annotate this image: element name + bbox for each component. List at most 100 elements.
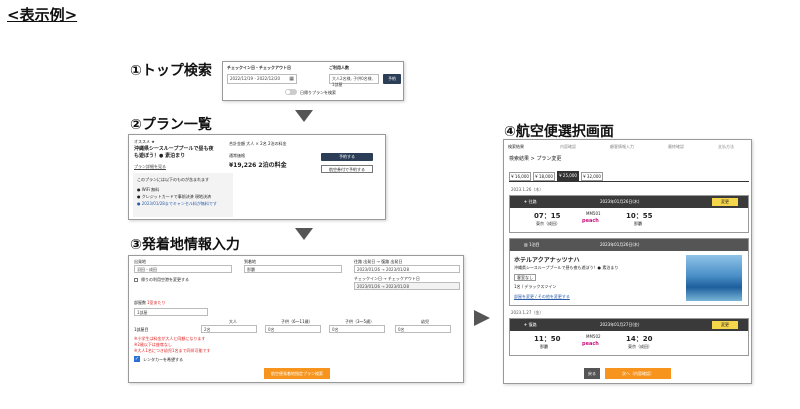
calendar-icon: ▦ — [289, 76, 294, 82]
date-label: 往路 出発日 → 復路 出発日 — [354, 259, 403, 264]
includes-item-2: ● クレジットカードで事前決済 現地決済 — [137, 194, 212, 199]
reserve-button[interactable]: 予約する — [321, 153, 373, 161]
outbound-arr-time: 10：55 — [626, 212, 653, 220]
step-4: 最終確認 — [668, 144, 684, 149]
return-header: ✈ 復路 2023年01月27日(金) 変更 — [510, 319, 748, 331]
infant-select[interactable]: 0名 — [395, 325, 451, 333]
checkin-value: 2023/01/26 → 2023/01/28 — [357, 284, 410, 289]
outbound-airline: peach — [582, 218, 599, 224]
return-dep-place: 那覇 — [540, 344, 548, 349]
includes-item-3: ● 2023/01/28までキャンセル料が無料です — [137, 201, 217, 206]
flight-panel-title: 検索結果 > プラン変更 — [509, 156, 562, 162]
rooms-select[interactable]: 1部屋 — [134, 308, 208, 316]
includes-title: このプランには以下のものが含まれます — [137, 177, 209, 182]
section-plan-list: ②プラン一覧 — [130, 117, 212, 133]
step-2: 内容確認 — [560, 144, 576, 149]
departure-value: 羽田・成田 — [137, 267, 157, 272]
rental-car-label: レンタカーを希望する — [143, 357, 183, 362]
child1-select[interactable]: 0名 — [265, 325, 321, 333]
outbound-dep-place: 東京（成田） — [536, 221, 560, 226]
arrow-down-2 — [295, 228, 313, 240]
day2-label: 2023.1.27（金） — [511, 310, 544, 315]
fare-tab-4[interactable]: ¥ 32,000 — [581, 172, 603, 181]
return-checkbox[interactable] — [134, 278, 138, 282]
fare-tab-1[interactable]: ¥ 16,000 — [509, 172, 531, 181]
rooms-note: 1室あたり — [147, 300, 166, 305]
date-range-value: 2022/12/19 - 2022/12/20 — [230, 76, 281, 81]
section-departure-info: ③発着地情報入力 — [130, 237, 240, 253]
back-button[interactable]: 戻る — [584, 368, 600, 379]
child2-label: 子供（3〜5歳） — [345, 319, 375, 324]
fare-tab-2[interactable]: ¥ 18,000 — [533, 172, 555, 181]
includes-item-1: ● WiFi 無料 — [137, 187, 160, 192]
return-tag: 復路 — [528, 322, 537, 327]
rental-car-checkbox[interactable]: ✓ — [134, 356, 140, 362]
guests-label: ご利用人数 — [329, 65, 349, 70]
hotel-link[interactable]: 部屋を変更 / その他を変更する — [514, 294, 570, 299]
hotel-tag: 1泊目 — [529, 242, 540, 247]
arrival-input[interactable]: 那覇 — [244, 265, 342, 273]
guests-select[interactable]: 大人2名様, 子供0名様, 1部屋 — [329, 74, 379, 87]
step-3: 顧客情報入力 — [610, 144, 634, 149]
plan-detail-link[interactable]: プラン詳細を見る — [134, 164, 166, 169]
return-arr-place: 東京（成田） — [628, 344, 652, 349]
price-value: ¥19,226 2泊の料金 — [229, 162, 287, 169]
arrow-right — [474, 310, 490, 326]
compare-button[interactable]: 航空券付で予約する — [321, 165, 373, 173]
child2-value: 0名 — [332, 327, 339, 332]
date-input[interactable]: 2023/01/26 → 2023/01/28 — [354, 265, 460, 273]
per-room-label: 1部屋目 — [134, 327, 149, 332]
top-search-button[interactable]: 予約 — [383, 74, 401, 84]
flight-panel: 検索結果 内容確認 顧客情報入力 最終確認 支払方法 検索結果 > プラン変更 … — [503, 139, 752, 384]
return-card: ✈ 復路 2023年01月27日(金) 変更 11：50 那覇 MM502 pe… — [509, 318, 749, 356]
arrival-label: 到着地 — [244, 259, 256, 264]
price-summary: 合計金額 大人 × 2名 2泊の料金 — [229, 141, 287, 146]
outbound-change-button[interactable]: 変更 — [712, 198, 738, 206]
checkin-input[interactable]: 2023/01/26 → 2023/01/28 — [354, 282, 460, 290]
next-button[interactable]: 次へ（内容確認） — [605, 368, 671, 379]
return-dep-time: 11：50 — [534, 335, 561, 343]
rooms-value: 1部屋 — [137, 310, 148, 315]
plan-list-panel: オススメ ★ 沖縄県シースループプールで昼も夜も遊ぼう！● 素泊まり プラン詳細… — [128, 134, 386, 220]
outbound-flight: MM501 — [586, 211, 601, 216]
departure-label: 出発地 — [134, 259, 146, 264]
date-range-input[interactable]: 2022/12/19 - 2022/12/20 ▦ — [227, 74, 297, 84]
note-1: ※小学生は料金が大人と同額になります — [134, 336, 206, 341]
arrow-down-1 — [295, 110, 313, 122]
child1-value: 0名 — [268, 327, 275, 332]
day-trip-toggle[interactable] — [285, 89, 297, 95]
checkin-label: チェックイン日・チェックアウト日 — [227, 65, 291, 70]
return-checkbox-label: 帰りの利用空港を変更する — [141, 277, 189, 282]
departure-search-button[interactable]: 航空便発着地指定プラン検索 — [264, 368, 330, 379]
adult-select[interactable]: 2名 — [201, 325, 257, 333]
recommend-label: オススメ ★ — [134, 139, 155, 144]
section-flight-select: ④航空便選択画面 — [504, 124, 614, 140]
fare-tab-3[interactable]: ¥ 25,000 — [557, 171, 579, 182]
hotel-card: ▥ 1泊目 2023年01月26日(木) ホテルアクアナッツナハ 沖縄県シースル… — [509, 238, 749, 306]
departure-input[interactable]: 羽田・成田 — [134, 265, 232, 273]
hotel-date: 2023年01月26日(木) — [600, 242, 640, 247]
includes-box: このプランには以下のものが含まれます ● WiFi 無料 ● クレジットカードで… — [133, 173, 233, 217]
step-5: 支払方法 — [718, 144, 734, 149]
step-bar: 検索結果 内容確認 顧客情報入力 最終確認 支払方法 — [508, 143, 749, 151]
date-value: 2023/01/26 → 2023/01/28 — [357, 267, 410, 272]
child1-label: 子供（6〜11歳） — [281, 319, 313, 324]
fare-tabs: ¥ 16,000 ¥ 18,000 ¥ 25,000 ¥ 32,000 — [509, 170, 749, 182]
price-label: 通常価格 — [229, 153, 245, 158]
return-change-button[interactable]: 変更 — [712, 321, 738, 329]
hotel-room: 1名 / デラックスツイン — [514, 284, 557, 289]
hotel-badge: 客室なし — [514, 274, 536, 282]
outbound-date: 2023年01月26日(木) — [600, 199, 640, 204]
plan-title: 沖縄県シースループプールで昼も夜も遊ぼう！● 素泊まり — [134, 146, 214, 159]
note-2: ※2歳以下は座席なし — [134, 342, 172, 347]
note-3: ※大人1名につき幼児1名まで同伴可能です — [134, 348, 211, 353]
outbound-tag: 往路 — [528, 199, 537, 204]
outbound-dep-time: 07：15 — [534, 212, 561, 220]
departure-panel: 出発地 羽田・成田 到着地 那覇 往路 出発日 → 復路 出発日 2023/01… — [128, 255, 464, 383]
child2-select[interactable]: 0名 — [329, 325, 385, 333]
infant-label: 幼児 — [421, 319, 429, 324]
adult-value: 2名 — [204, 327, 211, 332]
hotel-photo — [686, 255, 742, 301]
guests-value: 大人2名様, 子供0名様, 1部屋 — [332, 76, 373, 87]
day1-label: 2023.1.26（木） — [511, 187, 544, 192]
